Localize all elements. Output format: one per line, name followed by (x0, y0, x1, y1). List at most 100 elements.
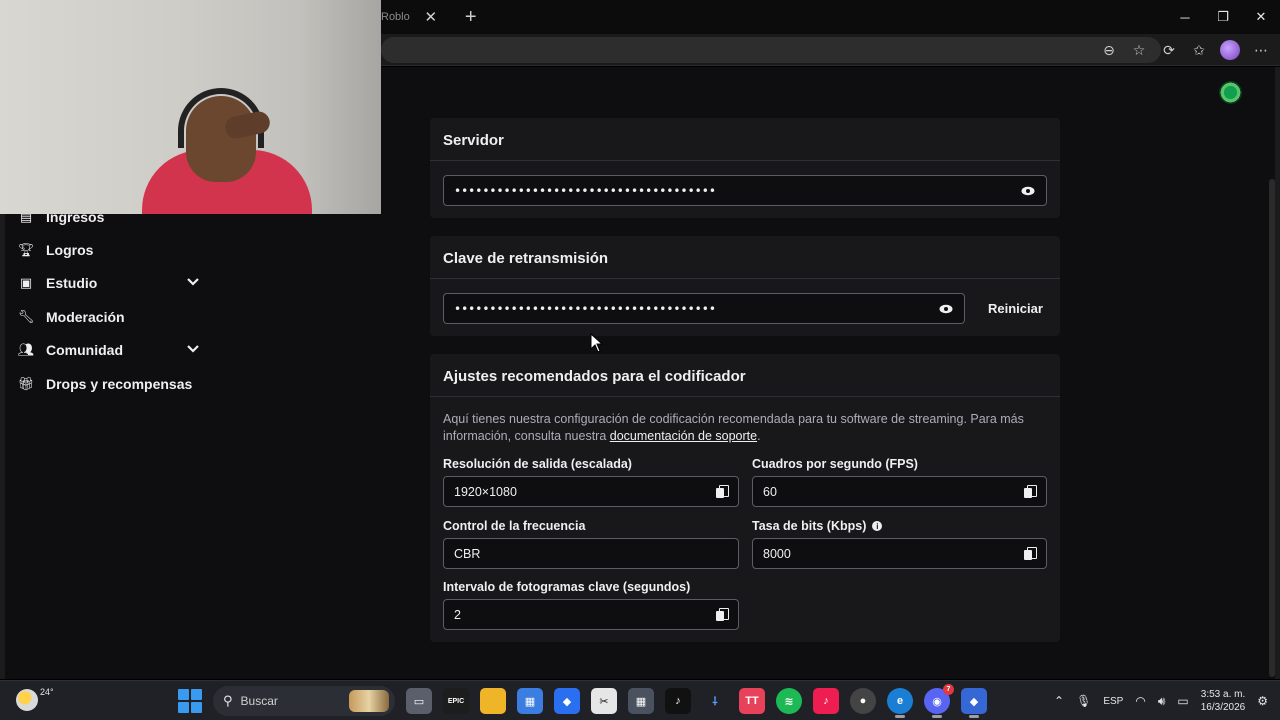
weather-widget[interactable]: 24° (16, 687, 54, 711)
favorite-star-icon[interactable]: ☆ (1130, 42, 1148, 59)
reset-key-button[interactable]: Reiniciar (978, 293, 1053, 324)
fps-field[interactable]: 60 (752, 476, 1047, 507)
volume-icon[interactable]: 🔊︎ (1158, 694, 1166, 709)
chevron-down-icon[interactable] (186, 276, 200, 290)
card-title: Ajustes recomendados para el codificador (430, 354, 1060, 397)
bitrate-field[interactable]: 8000 (752, 538, 1047, 569)
toolbar-icons: ⊖ ☆ ⟳ ✩ ⋯ (1100, 34, 1270, 66)
user-avatar[interactable] (1217, 79, 1244, 106)
file-explorer-icon[interactable] (480, 688, 506, 714)
copy-icon[interactable] (1024, 484, 1037, 499)
rate-control-field[interactable]: CBR (443, 538, 739, 569)
encoder-description: Aquí tienes nuestra configuración de cod… (443, 411, 1043, 445)
windows-taskbar: 24° ⚲ Buscar ▭ EPIC ▦ ◆ ✂ ▦ ♪ ⸸ TT ≋ ♪ ●… (0, 680, 1280, 720)
capcut-icon[interactable]: ✂ (591, 688, 617, 714)
new-tab-icon[interactable]: + (460, 6, 482, 29)
keyframe-field[interactable]: 2 (443, 599, 739, 630)
sidebar-item-label: Comunidad (46, 342, 123, 359)
sidebar-item-label: Estudio (46, 275, 98, 292)
field-label: Tasa de bits (Kbps) (752, 519, 867, 533)
weather-icon (16, 689, 38, 711)
field-label: Cuadros por segundo (FPS) (752, 457, 918, 471)
language-indicator[interactable]: ESP (1103, 696, 1123, 707)
support-docs-link[interactable]: documentación de soporte (610, 429, 757, 443)
system-tray: ⌃ 🎙︎ ESP ◠ 🔊︎ ▭ 3:53 a. m. 16/3/2026 ⚙ (1054, 681, 1268, 720)
start-icon[interactable] (178, 689, 202, 713)
field-label: Intervalo de fotogramas clave (segundos) (443, 580, 691, 594)
epic-games-icon[interactable]: EPIC (443, 688, 469, 714)
tab-close-icon[interactable]: ✕ (420, 8, 442, 26)
chevron-up-icon[interactable]: ⌃ (1054, 694, 1064, 708)
sidebar-item-logros[interactable]: 🏆︎ Logros (5, 233, 210, 266)
wrench-icon: 🔧︎ (17, 308, 35, 324)
eye-icon[interactable] (1020, 183, 1036, 199)
taskbar-apps: ⚲ Buscar ▭ EPIC ▦ ◆ ✂ ▦ ♪ ⸸ TT ≋ ♪ ● e ◉… (178, 684, 987, 718)
chevron-down-icon[interactable] (186, 343, 200, 357)
search-placeholder: Buscar (240, 694, 278, 708)
wifi-icon[interactable]: ◠ (1135, 694, 1145, 708)
task-view-icon[interactable]: ▭ (406, 688, 432, 714)
clock-time: 3:53 a. m. (1200, 689, 1246, 700)
reader-icon[interactable]: ⊖ (1100, 42, 1118, 59)
bitrate-label: Tasa de bits (Kbps) i (752, 519, 883, 533)
field-value: 8000 (763, 546, 791, 561)
clock[interactable]: 3:53 a. m. 16/3/2026 (1201, 688, 1246, 714)
extensions-icon[interactable]: ⟳ (1160, 42, 1178, 59)
copy-icon[interactable] (716, 484, 729, 499)
sidebar-item-drops[interactable]: 🎁︎ Drops y recompensas (5, 367, 210, 400)
discord-badge: 7 (943, 684, 954, 695)
roblox-studio-icon[interactable]: ◆ (554, 688, 580, 714)
field-value: 1920×1080 (454, 484, 517, 499)
address-bar[interactable] (381, 37, 1161, 63)
tab-title: Roblo (381, 11, 410, 23)
microsoft-store-icon[interactable]: ▦ (517, 688, 543, 714)
masked-value: ••••••••••••••••••••••••••••••••••••• (454, 301, 716, 316)
fps-label: Cuadros por segundo (FPS) (752, 457, 918, 471)
scrollbar[interactable] (1269, 179, 1275, 677)
field-value: CBR (454, 546, 481, 561)
maximize-icon[interactable]: ❐ (1204, 0, 1242, 34)
tiktok-app-icon[interactable]: ♪ (813, 688, 839, 714)
stream-key-card: Clave de retransmisión •••••••••••••••••… (430, 236, 1060, 336)
server-field[interactable]: ••••••••••••••••••••••••••••••••••••• (443, 175, 1047, 206)
server-card: Servidor •••••••••••••••••••••••••••••••… (430, 118, 1060, 218)
stream-key-field[interactable]: ••••••••••••••••••••••••••••••••••••• (443, 293, 965, 324)
more-menu-icon[interactable]: ⋯ (1252, 42, 1270, 59)
close-window-icon[interactable]: ✕ (1242, 0, 1280, 34)
sidebar-item-label: Logros (46, 242, 94, 259)
resolution-field[interactable]: 1920×1080 (443, 476, 739, 507)
obs-icon[interactable]: ● (850, 688, 876, 714)
python-icon[interactable]: ⸸ (702, 688, 728, 714)
favorites-icon[interactable]: ✩ (1190, 42, 1208, 59)
eye-icon[interactable] (938, 301, 954, 317)
sidebar-item-label: Moderación (46, 308, 125, 325)
spotify-icon[interactable]: ≋ (776, 688, 802, 714)
film-icon: ▣ (19, 275, 33, 291)
info-icon[interactable]: i (872, 521, 883, 531)
minimize-icon[interactable]: ─ (1166, 0, 1204, 34)
description-end: . (757, 429, 761, 443)
sidebar-item-comunidad[interactable]: 👥︎ Comunidad (5, 334, 210, 367)
copy-icon[interactable] (716, 607, 729, 622)
edge-browser-icon[interactable]: e (887, 688, 913, 718)
taskbar-search[interactable]: ⚲ Buscar (213, 686, 395, 716)
microphone-icon[interactable]: 🎙︎ (1076, 694, 1091, 708)
roblox-icon[interactable]: ◆ (961, 688, 987, 718)
tiktok-icon[interactable]: ♪ (665, 688, 691, 714)
sidebar-item-estudio[interactable]: ▣ Estudio (5, 267, 210, 300)
browser-profile-icon[interactable] (1220, 40, 1240, 60)
tiktok-live-studio-icon[interactable]: TT (739, 688, 765, 714)
battery-icon[interactable]: ▭ (1177, 694, 1188, 708)
field-label: Resolución de salida (escalada) (443, 457, 632, 471)
search-highlight-image (349, 690, 389, 712)
sidebar-item-label: Drops y recompensas (46, 375, 193, 392)
encoder-settings-card: Ajustes recomendados para el codificador… (430, 354, 1060, 642)
notifications-icon[interactable]: ⚙ (1257, 694, 1268, 708)
resolution-label: Resolución de salida (escalada) (443, 457, 632, 471)
sidebar-item-moderacion[interactable]: 🔧︎ Moderación (5, 300, 210, 333)
calculator-icon[interactable]: ▦ (628, 688, 654, 714)
copy-icon[interactable] (1024, 546, 1037, 561)
discord-icon[interactable]: ◉ 7 (924, 684, 954, 718)
webcam-wall (300, 0, 381, 214)
browser-tab[interactable]: Roblo ✕ + (381, 0, 482, 34)
